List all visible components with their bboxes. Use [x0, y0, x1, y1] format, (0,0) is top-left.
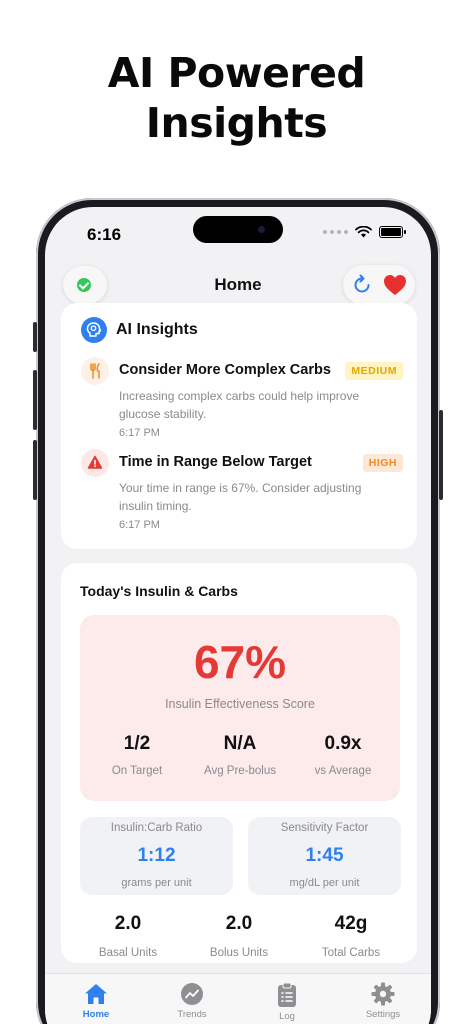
brain-head-icon: [81, 317, 107, 343]
insight-title: Time in Range Below Target: [119, 454, 312, 470]
phone-side-button: [33, 322, 37, 352]
phone-side-button: [33, 370, 37, 430]
house-icon: [85, 984, 107, 1004]
nav-actions: [343, 265, 415, 305]
metric-value: 1/2: [123, 733, 151, 754]
effectiveness-score-panel: 67% Insulin Effectiveness Score 1/2 On T…: [80, 615, 400, 801]
insight-description: Increasing complex carbs could help impr…: [119, 389, 360, 421]
tab-log[interactable]: Log: [252, 982, 322, 1022]
ai-insights-header: AI Insights: [81, 317, 198, 343]
refresh-icon[interactable]: [351, 274, 373, 296]
tile-header: Insulin:Carb Ratio: [110, 822, 203, 834]
priority-badge-high: HIGH: [362, 454, 403, 472]
promo-headline: AI Powered Insights: [0, 48, 473, 148]
stat-label: Total Carbs: [321, 947, 381, 959]
tab-settings[interactable]: Settings: [348, 982, 418, 1020]
clipboard-icon: [278, 982, 296, 1007]
tab-home[interactable]: Home: [61, 982, 131, 1020]
priority-badge-medium: MEDIUM: [345, 362, 403, 380]
camera-icon: [258, 226, 265, 233]
tab-label: Log: [279, 1011, 295, 1022]
status-time: 6:16: [87, 225, 122, 244]
chart-icon: [181, 983, 203, 1005]
fork-knife-icon: [81, 357, 109, 385]
tab-trends[interactable]: Trends: [157, 982, 227, 1020]
stat-label: Bolus Units: [209, 947, 269, 959]
tab-bar: Home Trends Log Settings: [45, 973, 431, 1024]
heart-icon[interactable]: [383, 274, 407, 296]
metric-label: vs Average: [314, 765, 372, 777]
total-carbs-stat: 42g Total Carbs: [298, 913, 404, 959]
tile-value: 1:12: [137, 845, 176, 866]
sensitivity-factor-tile[interactable]: Sensitivity Factor 1:45 mg/dL per unit: [248, 817, 401, 895]
insulin-carbs-card: Today's Insulin & Carbs 67% Insulin Effe…: [61, 563, 417, 963]
battery-icon: [379, 226, 406, 238]
tab-label: Trends: [177, 1009, 207, 1020]
metric-value: N/A: [223, 733, 257, 754]
insulin-carb-ratio-tile[interactable]: Insulin:Carb Ratio 1:12 grams per unit: [80, 817, 233, 895]
effectiveness-score-label: Insulin Effectiveness Score: [165, 697, 315, 711]
effectiveness-score-value: 67%: [193, 636, 287, 688]
nav-bar: Home: [45, 263, 431, 305]
tile-unit: mg/dL per unit: [289, 877, 360, 889]
metric-value: 0.9x: [324, 733, 362, 754]
dynamic-island: [193, 216, 283, 243]
insight-title: Consider More Complex Carbs: [119, 362, 331, 378]
metric-label: Avg Pre-bolus: [203, 765, 277, 777]
phone-screen: 6:16 Home AI Insights Consider More Comp…: [45, 207, 431, 1024]
stat-value: 2.0: [225, 913, 253, 934]
stat-label: Basal Units: [98, 947, 158, 959]
status-icons: [323, 226, 406, 238]
insight-time: 6:17 PM: [119, 427, 160, 439]
tile-unit: grams per unit: [121, 877, 192, 889]
bolus-units-stat: 2.0 Bolus Units: [186, 913, 292, 959]
ai-insights-title: AI Insights: [116, 321, 198, 338]
basal-units-stat: 2.0 Basal Units: [75, 913, 181, 959]
status-bar: 6:16: [45, 207, 431, 255]
headline-line-2: Insights: [145, 99, 328, 147]
tile-header: Sensitivity Factor: [280, 822, 369, 834]
ai-insights-card: AI Insights Consider More Complex Carbs …: [61, 303, 417, 549]
metric-on-target: 1/2 On Target: [84, 733, 190, 777]
wifi-icon: [355, 226, 372, 238]
warning-icon: [81, 449, 109, 477]
tile-value: 1:45: [305, 845, 344, 866]
metric-avg-prebolus: N/A Avg Pre-bolus: [187, 733, 293, 777]
metric-vs-average: 0.9x vs Average: [290, 733, 396, 777]
insight-time: 6:17 PM: [119, 519, 160, 531]
phone-side-button: [33, 440, 37, 500]
metric-label: On Target: [111, 765, 163, 777]
signal-icon: [323, 230, 348, 234]
gear-icon: [371, 982, 395, 1006]
tab-label: Settings: [365, 1009, 401, 1020]
stat-value: 42g: [334, 913, 368, 934]
tab-label: Home: [82, 1009, 110, 1020]
insight-description: Your time in range is 67%. Consider adju…: [119, 481, 362, 513]
headline-line-1: AI Powered: [107, 49, 366, 97]
stat-value: 2.0: [114, 913, 142, 934]
section-title: Today's Insulin & Carbs: [80, 583, 238, 599]
phone-side-button: [439, 410, 443, 500]
